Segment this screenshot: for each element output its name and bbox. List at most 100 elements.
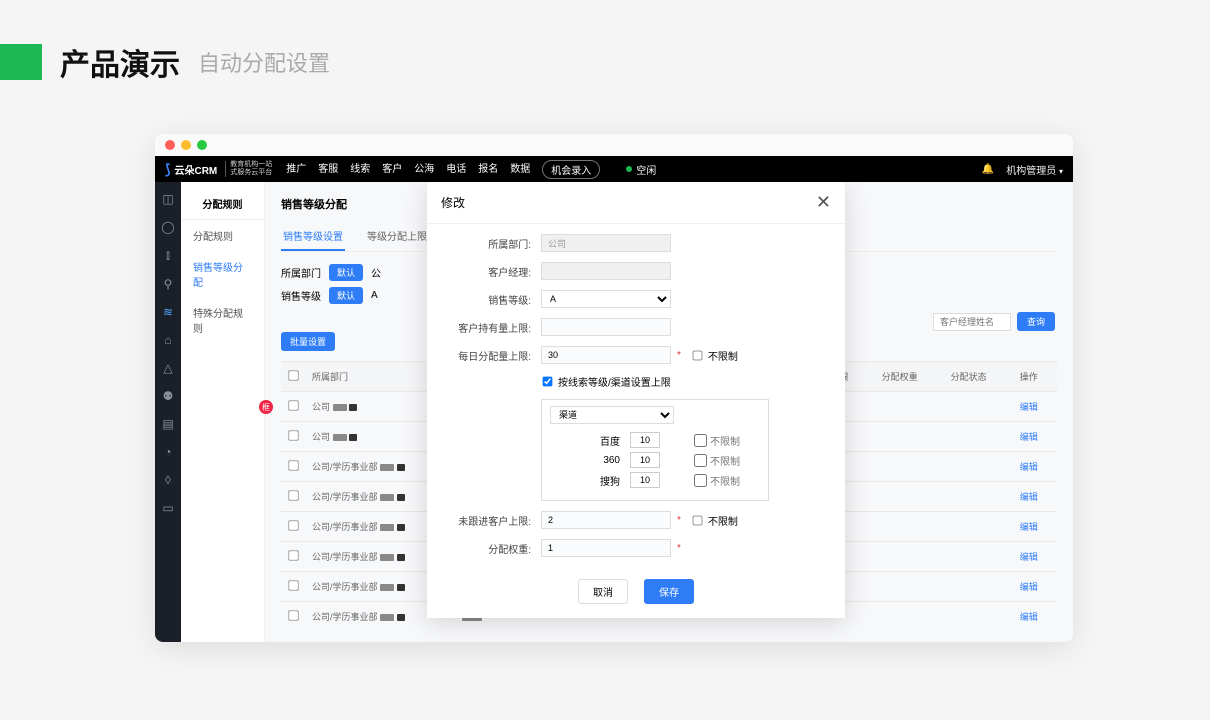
channel-type-select[interactable]: 渠道: [550, 406, 674, 424]
sidebar-item-sales-level[interactable]: 销售等级分配: [181, 251, 264, 297]
nav-pill-opportunity-entry[interactable]: 机会录入: [542, 160, 600, 179]
level-select[interactable]: A: [541, 290, 671, 308]
manager-input: [541, 262, 671, 280]
edit-link[interactable]: 编辑: [1020, 402, 1038, 412]
rail-icon[interactable]: ▤: [162, 417, 173, 431]
logo-tagline: 教育机构一站 式服务云平台: [225, 161, 272, 176]
chip-default[interactable]: 默认: [329, 287, 363, 304]
daily-input[interactable]: [541, 346, 671, 364]
nav-item[interactable]: 客服: [318, 160, 338, 179]
row-checkbox[interactable]: [288, 400, 298, 410]
nav-item[interactable]: 报名: [478, 160, 498, 179]
row-checkbox[interactable]: [288, 520, 298, 530]
channel-name: 搜狗: [550, 473, 620, 488]
channel-name: 360: [550, 455, 620, 466]
edit-link[interactable]: 编辑: [1020, 612, 1038, 622]
nav-item[interactable]: 推广: [286, 160, 306, 179]
rail-icon[interactable]: ◊: [165, 473, 171, 487]
appbar-right: 🔔 机构管理员 ▾: [982, 162, 1063, 177]
icon-rail: ◫ ◯ ⫾ ⚲ ≋ ⌂ △ ⚉ ▤ ◔ ◊ ▭: [155, 182, 181, 642]
unfollow-input[interactable]: [541, 511, 671, 529]
save-button[interactable]: 保存: [644, 579, 694, 604]
nav-item[interactable]: 数据: [510, 160, 530, 179]
status-label: 空闲: [636, 162, 656, 177]
rail-icon[interactable]: ◫: [162, 192, 173, 206]
sidebar-item-special-rules[interactable]: 特殊分配规则: [181, 297, 264, 343]
bell-icon[interactable]: 🔔: [982, 164, 994, 175]
col-actions: 操作: [1014, 362, 1057, 392]
col-weight: 分配权重: [876, 362, 945, 392]
rail-icon[interactable]: ◔: [164, 445, 171, 459]
label-level: 销售等级:: [445, 292, 541, 307]
row-checkbox[interactable]: [288, 430, 298, 440]
batch-settings-button[interactable]: 批量设置: [281, 332, 335, 351]
rail-icon[interactable]: ⌂: [164, 333, 171, 347]
maximize-icon[interactable]: [197, 140, 207, 150]
channel-limit-checkbox[interactable]: 按线索等级/渠道设置上限: [541, 374, 671, 389]
channel-row: 搜狗 不限制: [550, 470, 760, 490]
rail-icon[interactable]: △: [163, 361, 172, 375]
left-sidebar: 分配规则 分配规则 销售等级分配 特殊分配规则 框: [181, 182, 265, 642]
channel-unlimited[interactable]: 不限制: [694, 453, 740, 468]
edit-modal: 修改 ✕ 所属部门: 客户经理: 销售等级: A 客户持有量上限:: [427, 182, 845, 618]
row-checkbox[interactable]: [288, 610, 298, 620]
channel-value-input[interactable]: [630, 452, 660, 468]
close-icon[interactable]: ✕: [816, 192, 831, 213]
edit-link[interactable]: 编辑: [1020, 432, 1038, 442]
required-marker: *: [677, 543, 681, 554]
close-icon[interactable]: [165, 140, 175, 150]
holding-input[interactable]: [541, 318, 671, 336]
rail-icon-active[interactable]: ≋: [163, 305, 173, 319]
row-checkbox[interactable]: [288, 550, 298, 560]
select-all-checkbox[interactable]: [288, 370, 298, 380]
edit-link[interactable]: 编辑: [1020, 492, 1038, 502]
channel-name: 百度: [550, 433, 620, 448]
filter-label: 所属部门: [281, 265, 321, 280]
nav-item[interactable]: 线索: [350, 160, 370, 179]
app-top-bar: ⟆ 云朵CRM 教育机构一站 式服务云平台 推广 客服 线索 客户 公海 电话 …: [155, 156, 1073, 182]
unlimited-unfollow[interactable]: 不限制: [691, 513, 738, 528]
rail-icon[interactable]: ⫾: [166, 248, 170, 263]
user-menu[interactable]: 机构管理员 ▾: [1006, 162, 1063, 177]
row-checkbox[interactable]: [288, 460, 298, 470]
modal-footer: 取消 保存: [427, 571, 845, 618]
chevron-down-icon: ▾: [1059, 167, 1063, 176]
manager-name-input[interactable]: [933, 313, 1011, 331]
right-filter: 查询: [933, 312, 1055, 331]
row-checkbox[interactable]: [288, 490, 298, 500]
nav-item[interactable]: 客户: [382, 160, 402, 179]
channel-unlimited[interactable]: 不限制: [694, 433, 740, 448]
sidebar-item-allocation-rules[interactable]: 分配规则: [181, 220, 264, 251]
chip-default[interactable]: 默认: [329, 264, 363, 281]
logo-icon: ⟆: [165, 161, 170, 178]
channel-unlimited[interactable]: 不限制: [694, 473, 740, 488]
rail-icon[interactable]: ⚉: [163, 389, 174, 403]
minimize-icon[interactable]: [181, 140, 191, 150]
tab-level-allocation-limit[interactable]: 等级分配上限: [365, 222, 429, 251]
nav-item[interactable]: 公海: [414, 160, 434, 179]
edit-link[interactable]: 编辑: [1020, 462, 1038, 472]
cancel-button[interactable]: 取消: [578, 579, 628, 604]
filter-label: 销售等级: [281, 288, 321, 303]
query-button[interactable]: 查询: [1017, 312, 1055, 331]
rail-icon[interactable]: ⚲: [164, 277, 173, 291]
dept-input: [541, 234, 671, 252]
rail-icon[interactable]: ◯: [161, 220, 174, 234]
row-checkbox[interactable]: [288, 580, 298, 590]
unlimited-daily[interactable]: 不限制: [691, 348, 738, 363]
rail-icon[interactable]: ▭: [162, 501, 173, 515]
slide-subtitle: 自动分配设置: [198, 46, 330, 78]
edit-link[interactable]: 编辑: [1020, 582, 1038, 592]
logo-brand: 云朵CRM: [174, 162, 217, 177]
channel-value-input[interactable]: [630, 432, 660, 448]
filter-extra: 公: [371, 265, 381, 280]
edit-link[interactable]: 编辑: [1020, 552, 1038, 562]
nav-item[interactable]: 电话: [446, 160, 466, 179]
accent-block: [0, 44, 42, 80]
label-holding: 客户持有量上限:: [445, 320, 541, 335]
channel-value-input[interactable]: [630, 472, 660, 488]
edit-link[interactable]: 编辑: [1020, 522, 1038, 532]
weight-input[interactable]: [541, 539, 671, 557]
tab-sales-level-settings[interactable]: 销售等级设置: [281, 222, 345, 251]
col-status: 分配状态: [945, 362, 1014, 392]
